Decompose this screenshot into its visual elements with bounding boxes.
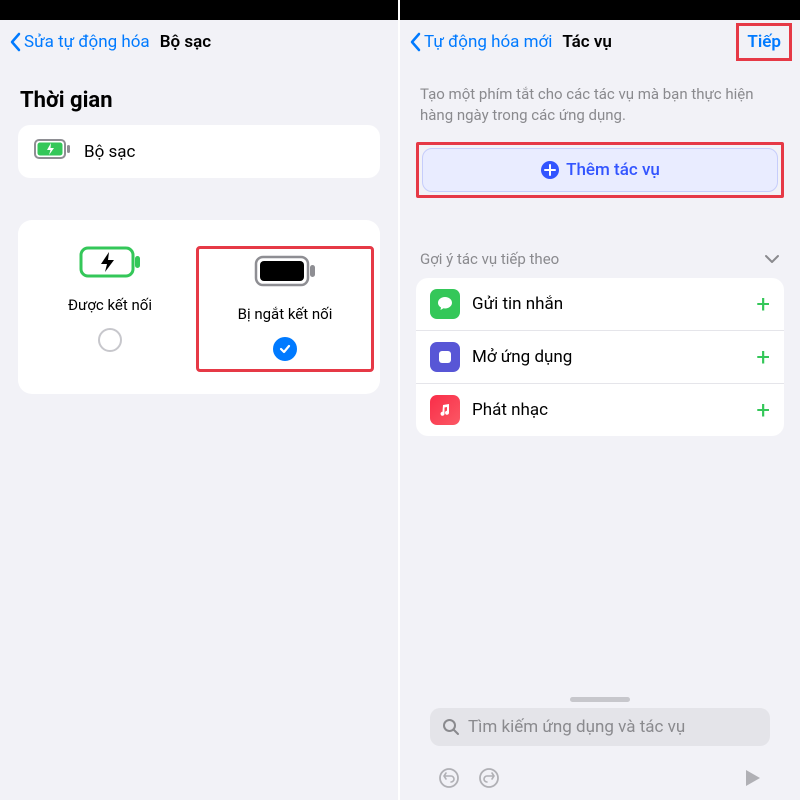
search-wrap: Tìm kiếm ứng dụng và tác vụ	[430, 708, 770, 750]
disconnected-label: Bị ngắt kết nối	[238, 305, 333, 323]
nav-bar: Sửa tự động hóa Bộ sạc	[0, 20, 398, 64]
next-button[interactable]: Tiếp	[741, 28, 787, 56]
suggest-label: Mở ứng dụng	[472, 347, 572, 367]
redo-icon[interactable]	[478, 767, 500, 789]
page-title: Tác vụ	[562, 32, 612, 52]
suggest-item-messages[interactable]: Gửi tin nhắn +	[416, 278, 784, 331]
bottom-toolbar	[416, 756, 784, 800]
status-bar	[0, 0, 398, 20]
plus-circle-icon	[540, 160, 560, 180]
phone-left: Sửa tự động hóa Bộ sạc Thời gian Bộ sạc	[0, 0, 400, 800]
add-icon[interactable]: +	[756, 345, 770, 369]
nav-right: Tiếp	[736, 20, 792, 64]
content-left: Thời gian Bộ sạc	[0, 64, 398, 800]
back-button[interactable]: Sửa tự động hóa	[10, 32, 150, 52]
search-placeholder: Tìm kiếm ứng dụng và tác vụ	[468, 717, 685, 737]
add-icon[interactable]: +	[756, 292, 770, 316]
suggest-list: Gửi tin nhắn + Mở ứng dụng + Phát nhạc +	[416, 278, 784, 436]
choice-connected[interactable]: Được kết nối	[24, 246, 196, 372]
radio-unchecked[interactable]	[98, 328, 122, 352]
charger-card: Bộ sạc	[18, 125, 380, 178]
open-app-icon	[430, 342, 460, 372]
undo-icon[interactable]	[438, 767, 460, 789]
phone-right: Tự động hóa mới Tác vụ Tiếp Tạo một phím…	[400, 0, 800, 800]
connection-choice-card: Được kết nối Bị ngắt kết nối	[18, 220, 380, 394]
back-label: Sửa tự động hóa	[24, 32, 150, 52]
charger-label: Bộ sạc	[84, 142, 135, 162]
search-icon	[442, 718, 460, 736]
suggest-header[interactable]: Gợi ý tác vụ tiếp theo	[420, 250, 780, 268]
battery-full-icon	[254, 255, 316, 287]
suggest-label: Phát nhạc	[472, 400, 548, 420]
radio-checked[interactable]	[273, 337, 297, 361]
chevron-down-icon	[764, 254, 780, 264]
sheet-grabber-icon[interactable]	[570, 697, 630, 702]
chevron-left-icon	[10, 32, 22, 52]
add-icon[interactable]: +	[756, 398, 770, 422]
choice-disconnected[interactable]: Bị ngắt kết nối	[196, 246, 374, 372]
page-title: Bộ sạc	[160, 32, 211, 52]
status-bar	[400, 0, 800, 20]
next-highlight: Tiếp	[736, 23, 792, 61]
connected-label: Được kết nối	[68, 296, 152, 314]
battery-charging-icon	[34, 139, 70, 164]
content-right: Tạo một phím tắt cho các tác vụ mà bạn t…	[400, 64, 800, 800]
charger-row[interactable]: Bộ sạc	[34, 139, 364, 164]
description-text: Tạo một phím tắt cho các tác vụ mà bạn t…	[420, 84, 780, 126]
search-input[interactable]: Tìm kiếm ứng dụng và tác vụ	[430, 708, 770, 746]
suggest-item-play-music[interactable]: Phát nhạc +	[416, 384, 784, 436]
suggest-title: Gợi ý tác vụ tiếp theo	[420, 250, 559, 268]
add-task-button[interactable]: Thêm tác vụ	[422, 148, 778, 192]
suggest-item-open-app[interactable]: Mở ứng dụng +	[416, 331, 784, 384]
back-button[interactable]: Tự động hóa mới	[410, 32, 552, 52]
battery-connected-icon	[79, 246, 141, 278]
messages-app-icon	[430, 289, 460, 319]
add-task-highlight: Thêm tác vụ	[416, 142, 784, 198]
music-app-icon	[430, 395, 460, 425]
suggest-label: Gửi tin nhắn	[472, 294, 563, 314]
play-icon[interactable]	[742, 768, 762, 788]
back-label: Tự động hóa mới	[424, 32, 552, 52]
section-title: Thời gian	[20, 88, 380, 113]
chevron-left-icon	[410, 32, 422, 52]
add-task-label: Thêm tác vụ	[566, 160, 660, 180]
nav-bar: Tự động hóa mới Tác vụ Tiếp	[400, 20, 800, 64]
